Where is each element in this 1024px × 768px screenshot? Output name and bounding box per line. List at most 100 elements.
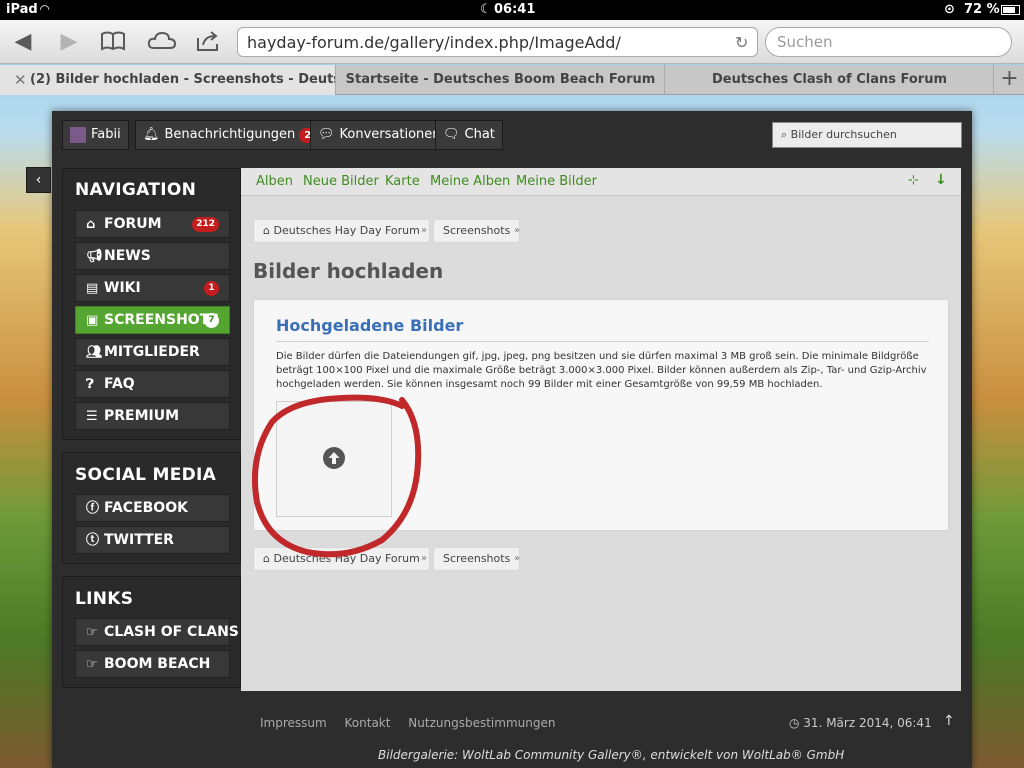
sitemap-icon[interactable]: ⊹ [908,173,919,188]
scroll-top-icon[interactable]: ↑ [943,713,955,729]
icloud-tabs-icon[interactable] [147,30,177,54]
breadcrumb-screenshots-label: Screenshots [443,552,511,565]
sidebar-item-screenshots[interactable]: ▣ SCREENSHOTS 7 [75,306,230,334]
footer-link-nutzungsbestimmungen[interactable]: Nutzungsbestimmungen [408,716,555,730]
subnav-neue-bilder[interactable]: Neue Bilder [303,174,379,189]
ios-status-bar: iPad ◠ ☾ 06:41 ⊙ 72 % [0,0,1024,20]
chevron-left-icon: ‹ [35,172,42,188]
share-icon[interactable] [195,30,223,54]
breadcrumb-screenshots-bottom[interactable]: Screenshots [433,547,521,571]
footer-link-kontakt[interactable]: Kontakt [345,716,391,730]
sidebar-item-label: MITGLIEDER [104,344,200,360]
tab-label: (2) Bilder hochladen - Screenshots - Deu… [30,72,336,87]
sidebar-item-premium[interactable]: ☰ PREMIUM [75,402,230,430]
sidebar-item-faq[interactable]: ❓︎ FAQ [75,370,230,398]
breadcrumb-home-label: Deutsches Hay Day Forum [273,224,420,237]
footer-date: ◷ 31. März 2014, 06:41 [789,716,932,730]
sidebar-item-label: WIKI [104,280,141,296]
browser-toolbar: ◀ ▶ hayday-forum.de/gallery/index.php/Im… [0,20,1024,64]
clock-icon: ◷ [789,716,804,730]
panel-divider [276,341,929,342]
sidebar-item-news[interactable]: 📢︎NEWS [75,242,230,270]
links-title: LINKS [75,589,134,609]
social-media-box: SOCIAL MEDIA ⓕ FACEBOOK ⓣ TWITTER [62,452,241,564]
tab-bilder-hochladen[interactable]: ✕ (2) Bilder hochladen - Screenshots - D… [0,65,336,95]
arrow-down-icon[interactable]: ↓ [935,172,947,188]
chat-button[interactable]: 🗨︎ Chat [435,120,503,150]
sidebar-item-label: SCREENSHOTS [104,312,220,328]
search-icon: ⌕ [781,128,791,141]
notifications-button[interactable]: 🔔︎ Benachrichtigungen 2 [135,120,325,150]
home-icon: ⌂ [86,217,96,232]
subnav-meine-alben[interactable]: Meine Alben [430,174,510,189]
battery-icon [1001,5,1020,15]
facebook-icon: ⓕ [86,501,100,516]
pointing-hand-icon: ☞ [86,657,98,672]
conversations-button[interactable]: 💬︎ Konversationen [310,120,449,150]
breadcrumb-separator: » [421,225,428,236]
gallery-subnav: Alben Neue Bilder Karte Meine Alben Mein… [241,168,961,196]
sidebar-item-forum[interactable]: ⌂ FORUM 212 [75,210,230,238]
sidebar-item-label: FAQ [104,376,135,392]
user-name: Fabii [91,127,121,142]
forum-search-placeholder: Bilder durchsuchen [790,128,897,141]
forward-icon[interactable]: ▶ [56,30,82,54]
breadcrumb-home[interactable]: ⌂ Deutsches Hay Day Forum [253,219,430,243]
footer-links: Impressum Kontakt Nutzungsbestimmungen [260,716,569,730]
sidebar-item-label: FACEBOOK [104,500,188,516]
subnav-alben[interactable]: Alben [256,174,293,189]
notifications-label: Benachrichtigungen [164,127,296,142]
tab-boom-beach[interactable]: Startseite - Deutsches Boom Beach Forum [337,65,665,95]
browser-search-placeholder: Suchen [777,33,833,51]
page-title: Bilder hochladen [253,259,444,283]
sidebar-item-label: BOOM BEACH [104,656,211,672]
navigation-box: NAVIGATION ⌂ FORUM 212 📢︎NEWS ▤ WIKI 1 ▣ SCRE… [62,168,241,440]
conversations-icon: 💬︎ [318,127,335,142]
sidebar-collapse-button[interactable]: ‹ [26,167,51,193]
reload-icon[interactable]: ↻ [735,33,748,52]
footer-link-impressum[interactable]: Impressum [260,716,327,730]
breadcrumb-screenshots[interactable]: Screenshots [433,219,521,243]
tab-clash-of-clans[interactable]: Deutsches Clash of Clans Forum [666,65,994,95]
upload-instructions: Die Bilder dürfen die Dateiendungen gif,… [276,351,927,390]
close-tab-icon[interactable]: ✕ [14,65,27,95]
forum-badge: 212 [192,217,219,232]
megaphone-icon: 📢︎ [86,249,103,264]
image-icon: ▣ [86,313,99,328]
footer-date-text: 31. März 2014, 06:41 [803,716,932,730]
sidebar-item-label: TWITTER [104,532,174,548]
battery-percent: 72 % [964,2,1000,17]
chat-label: Chat [464,127,495,142]
sidebar-item-label: NEWS [104,248,151,264]
sidebar-item-mitglieder[interactable]: 👥︎MITGLIEDER [75,338,230,366]
sidebar-item-twitter[interactable]: ⓣ TWITTER [75,526,230,554]
wiki-badge: 1 [204,281,219,296]
panel-title: Hochgeladene Bilder [276,316,464,335]
back-icon[interactable]: ◀ [10,30,36,54]
sidebar-item-label: CLASH OF CLANS [104,624,239,640]
forum-search-input[interactable]: ⌕ Bilder durchsuchen [772,122,962,148]
annotation-circle [252,394,422,558]
list-icon: ☰ [86,409,98,424]
sidebar-item-clash-of-clans[interactable]: ☞ CLASH OF CLANS [75,618,239,646]
subnav-karte[interactable]: Karte [385,174,420,189]
breadcrumb-separator: » [514,553,521,564]
breadcrumb-screenshots-label: Screenshots [443,224,511,237]
subnav-meine-bilder[interactable]: Meine Bilder [516,174,597,189]
tab-label: Deutsches Clash of Clans Forum [711,72,948,87]
tab-label: Startseite - Deutsches Boom Beach Forum [345,72,656,87]
device-label: iPad [6,2,38,17]
clock: 06:41 [494,2,536,17]
tab-bar: ✕ (2) Bilder hochladen - Screenshots - D… [0,65,1024,95]
url-text: hayday-forum.de/gallery/index.php/ImageA… [247,33,621,52]
sidebar-item-boom-beach[interactable]: ☞ BOOM BEACH [75,650,230,678]
users-icon: 👥︎ [86,345,103,360]
bookmarks-icon[interactable] [100,30,126,54]
sidebar-item-wiki[interactable]: ▤ WIKI 1 [75,274,230,302]
sidebar-item-facebook[interactable]: ⓕ FACEBOOK [75,494,230,522]
browser-search-field[interactable]: Suchen [765,27,1012,57]
book-icon: ▤ [86,281,99,296]
new-tab-icon[interactable]: + [995,65,1024,95]
user-menu[interactable]: Fabii [62,120,129,150]
url-field[interactable]: hayday-forum.de/gallery/index.php/ImageA… [237,27,758,57]
